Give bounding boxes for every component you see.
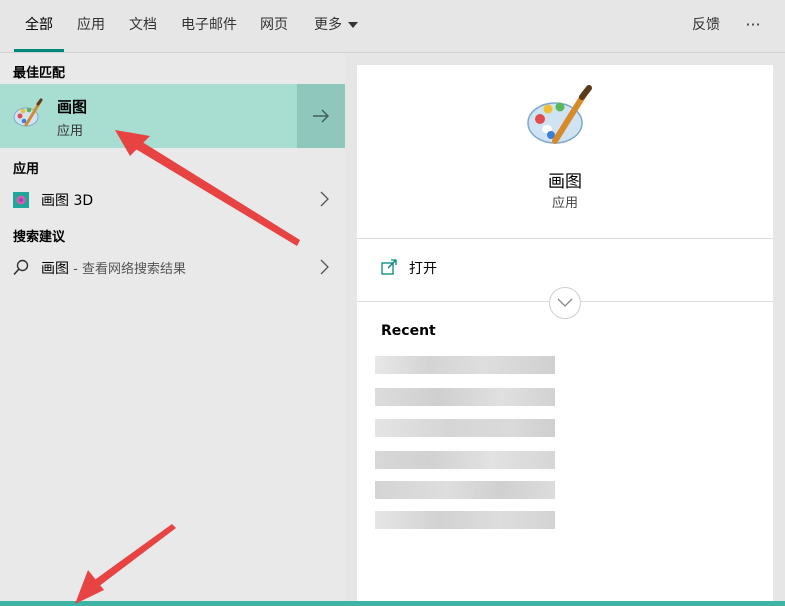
best-match-item[interactable]: 画图 应用 <box>0 84 345 148</box>
expand-button[interactable] <box>549 287 581 319</box>
paint-palette-icon <box>13 98 43 127</box>
recent-file-item[interactable] <box>375 481 555 499</box>
preview-app-title: 画图 <box>548 172 582 192</box>
tab-web[interactable]: 网页 <box>254 0 294 52</box>
arrow-right-icon <box>313 109 329 123</box>
preview-app-subtitle: 应用 <box>551 196 578 211</box>
search-icon <box>13 259 29 276</box>
results-pane: 最佳匹配 画图 应用 应用 画图 3D 搜索建议 画图 - 查看网络搜索结果 <box>0 53 345 606</box>
web-search-suffix: - 查看网络搜索结果 <box>69 262 186 277</box>
preview-pane: 画图 应用 打开 Recent <box>357 65 773 606</box>
chevron-down-icon <box>557 298 573 307</box>
tab-apps[interactable]: 应用 <box>72 0 110 52</box>
best-match-title: 画图 <box>57 98 88 116</box>
caret-down-icon <box>348 22 358 28</box>
chevron-right-icon <box>320 259 329 275</box>
search-box-edge[interactable] <box>0 601 785 606</box>
open-details-button[interactable] <box>297 84 345 148</box>
recent-header: Recent <box>381 323 436 339</box>
search-suggestions-header: 搜索建议 <box>13 230 66 245</box>
recent-file-item[interactable] <box>375 419 555 437</box>
best-match-subtitle: 应用 <box>57 124 84 139</box>
open-icon <box>381 259 397 275</box>
paint-palette-icon <box>527 85 592 144</box>
best-match-main[interactable]: 画图 应用 <box>0 84 296 148</box>
more-options-button[interactable]: ··· <box>738 0 768 52</box>
recent-file-item[interactable] <box>375 511 555 529</box>
feedback-button[interactable]: 反馈 <box>686 0 726 52</box>
tab-more[interactable]: 更多 <box>308 0 364 52</box>
tab-documents[interactable]: 文档 <box>124 0 162 52</box>
recent-file-item[interactable] <box>375 388 555 406</box>
web-search-label: 画图 - 查看网络搜索结果 <box>41 258 186 278</box>
apps-header: 应用 <box>13 162 40 177</box>
web-search-suggestion[interactable]: 画图 - 查看网络搜索结果 <box>0 250 345 284</box>
search-scope-tabs: 全部 应用 文档 电子邮件 网页 更多 反馈 ··· <box>0 0 785 53</box>
tab-all[interactable]: 全部 <box>14 0 64 52</box>
open-label: 打开 <box>409 261 437 277</box>
recent-file-item[interactable] <box>375 451 555 469</box>
best-match-header: 最佳匹配 <box>13 66 66 81</box>
recent-file-item[interactable] <box>375 356 555 374</box>
chevron-right-icon <box>320 191 329 207</box>
web-search-term: 画图 <box>41 261 69 277</box>
tab-more-label: 更多 <box>314 17 342 33</box>
app-result-label: 画图 3D <box>41 193 94 209</box>
paint3d-icon <box>13 192 29 208</box>
app-result-paint3d[interactable]: 画图 3D <box>0 182 345 216</box>
tab-email[interactable]: 电子邮件 <box>178 0 240 52</box>
